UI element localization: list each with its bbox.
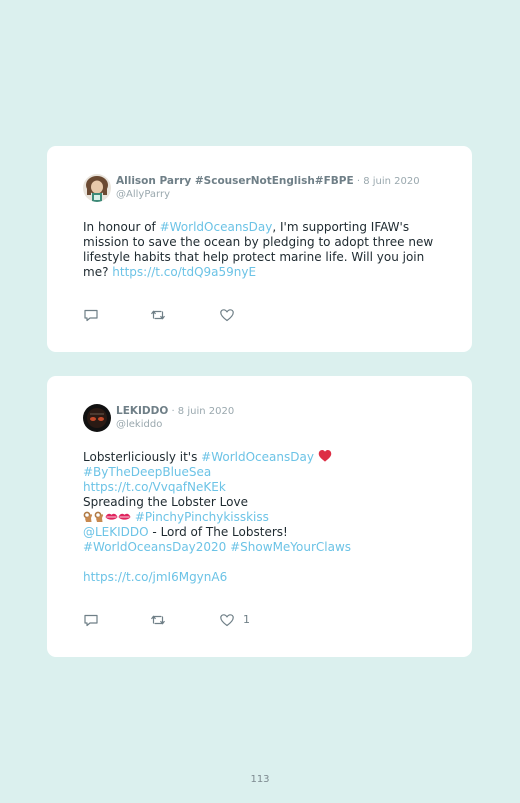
author-name[interactable]: Allison Parry #ScouserNotEnglish#FBPE xyxy=(116,175,354,187)
retweet-icon[interactable] xyxy=(150,612,166,628)
kiss-mark-emoji-icon xyxy=(118,513,131,520)
ok-hand-emoji-icon xyxy=(94,511,104,522)
text-segment: me? xyxy=(83,265,113,279)
tweet-actions: 1 xyxy=(83,612,283,628)
text-line: lifestyle habits that help protect marin… xyxy=(83,250,425,264)
like-icon[interactable] xyxy=(219,307,235,323)
tweet-meta: LEKIDDO · 8 juin 2020 @lekiddo xyxy=(116,405,234,431)
hashtag-link[interactable]: #WorldOceansDay2020 #ShowMeYourClaws xyxy=(83,540,443,555)
tweet-actions xyxy=(83,307,283,323)
reply-icon[interactable] xyxy=(83,612,99,628)
hashtag-link[interactable]: #PinchyPinchykisskiss xyxy=(135,510,269,524)
tweet-meta: Allison Parry #ScouserNotEnglish#FBPE · … xyxy=(116,175,420,201)
hashtag-link[interactable]: #WorldOceansDay xyxy=(160,220,273,234)
text-line: Spreading the Lobster Love xyxy=(83,495,248,509)
tweet-text: In honour of #WorldOceansDay, I'm suppor… xyxy=(83,220,443,280)
text-line: mission to save the ocean by pledging to… xyxy=(83,235,434,249)
tweet-header: Allison Parry #ScouserNotEnglish#FBPE · … xyxy=(83,174,453,204)
author-handle[interactable]: @AllyParry xyxy=(116,188,420,201)
author-handle[interactable]: @lekiddo xyxy=(116,418,234,431)
url-link[interactable]: https://t.co/VvqafNeKEk xyxy=(83,480,443,495)
tweet-date[interactable]: · 8 juin 2020 xyxy=(354,176,420,187)
author-name[interactable]: LEKIDDO xyxy=(116,405,168,417)
like-count: 1 xyxy=(243,613,250,626)
retweet-icon[interactable] xyxy=(150,307,166,323)
ok-hand-emoji-icon xyxy=(83,511,93,522)
text-segment: Lobsterliciously it's xyxy=(83,450,202,464)
tweet-date[interactable]: · 8 juin 2020 xyxy=(168,406,234,417)
like-icon[interactable] xyxy=(219,612,235,628)
avatar[interactable] xyxy=(83,174,111,202)
text-segment: , I'm supporting IFAW's xyxy=(272,220,410,234)
hashtag-link[interactable]: #WorldOceansDay xyxy=(201,450,314,464)
text-segment: - Lord of The Lobsters! xyxy=(148,525,288,539)
page-number: 113 xyxy=(250,774,270,785)
reply-icon[interactable] xyxy=(83,307,99,323)
kiss-mark-emoji-icon xyxy=(105,513,118,520)
tweet-text: Lobsterliciously it's #WorldOceansDay #B… xyxy=(83,449,443,585)
tweet-header: LEKIDDO · 8 juin 2020 @lekiddo xyxy=(83,404,453,434)
url-link[interactable]: https://t.co/jmI6MgynA6 xyxy=(83,570,443,585)
heart-emoji-icon xyxy=(318,450,332,462)
tweet-card: LEKIDDO · 8 juin 2020 @lekiddo Lobsterli… xyxy=(47,376,472,657)
mention-link[interactable]: @LEKIDDO xyxy=(83,525,149,539)
hashtag-link[interactable]: #ByTheDeepBlueSea xyxy=(83,465,443,480)
text-segment: In honour of xyxy=(83,220,160,234)
url-link[interactable]: https://t.co/tdQ9a59nyE xyxy=(112,265,256,279)
tweet-card: Allison Parry #ScouserNotEnglish#FBPE · … xyxy=(47,146,472,352)
avatar[interactable] xyxy=(83,404,111,432)
